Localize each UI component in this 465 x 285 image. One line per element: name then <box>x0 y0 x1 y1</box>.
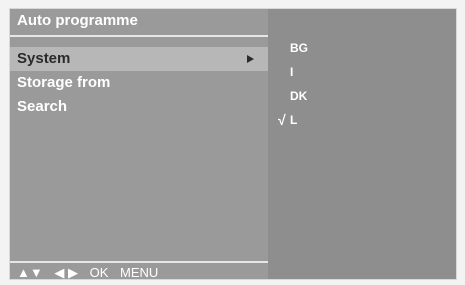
menu-title: Auto programme <box>17 12 138 29</box>
option-bg[interactable]: BG <box>290 40 308 56</box>
menu-item-label: Search <box>17 98 68 115</box>
system-options-panel: BG I DK √ L <box>268 9 456 279</box>
triangle-right-icon <box>247 55 254 63</box>
leftright-arrows-icon: ◀ ▶ <box>54 265 78 280</box>
option-dk[interactable]: DK <box>290 88 307 104</box>
ok-hint: OK <box>89 265 109 280</box>
menu-item-storage-from[interactable]: Storage from <box>10 71 268 95</box>
menu-item-system[interactable]: System <box>10 47 268 71</box>
option-l[interactable]: L <box>290 112 297 128</box>
option-i[interactable]: I <box>290 64 293 80</box>
menu-item-search[interactable]: Search <box>10 95 268 119</box>
check-mark-icon: √ <box>278 112 286 128</box>
footer-divider <box>10 261 268 263</box>
updown-arrows-icon: ▲▼ <box>17 265 43 280</box>
osd-window: Auto programme System Storage from Searc… <box>9 8 457 280</box>
menu-panel: Auto programme System Storage from Searc… <box>10 9 268 281</box>
button-guide: ▲▼ ◀ ▶ OK MENU <box>10 264 268 281</box>
menu-item-label: Storage from <box>17 74 111 91</box>
menu-list: System Storage from Search <box>10 47 268 119</box>
menu-item-label: System <box>17 50 71 67</box>
title-divider <box>10 35 268 37</box>
menu-hint: MENU <box>120 265 159 280</box>
